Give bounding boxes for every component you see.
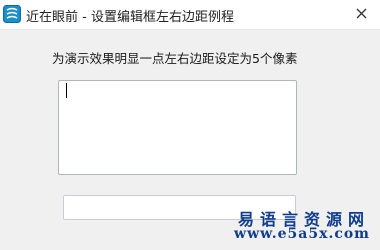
title-bar[interactable]: 近在眼前 - 设置编辑框左右边距例程 xyxy=(0,0,380,30)
close-button[interactable] xyxy=(348,0,374,26)
window-title: 近在眼前 - 设置编辑框左右边距例程 xyxy=(26,10,234,25)
multiline-edit-box[interactable] xyxy=(58,80,297,175)
app-logo-icon xyxy=(3,5,21,23)
text-caret xyxy=(66,83,67,98)
app-window: 近在眼前 - 设置编辑框左右边距例程 为演示效果明显一点左右边距设定为5个像素 … xyxy=(0,0,380,250)
watermark-url: www.e5a5x.com xyxy=(234,226,370,242)
close-icon xyxy=(356,8,366,18)
site-watermark: 易语言资源网 www.e5a5x.com xyxy=(234,206,370,246)
description-label: 为演示效果明显一点左右边距设定为5个像素 xyxy=(52,51,298,66)
client-area: 为演示效果明显一点左右边距设定为5个像素 易语言资源网 www.e5a5x.co… xyxy=(0,30,380,250)
